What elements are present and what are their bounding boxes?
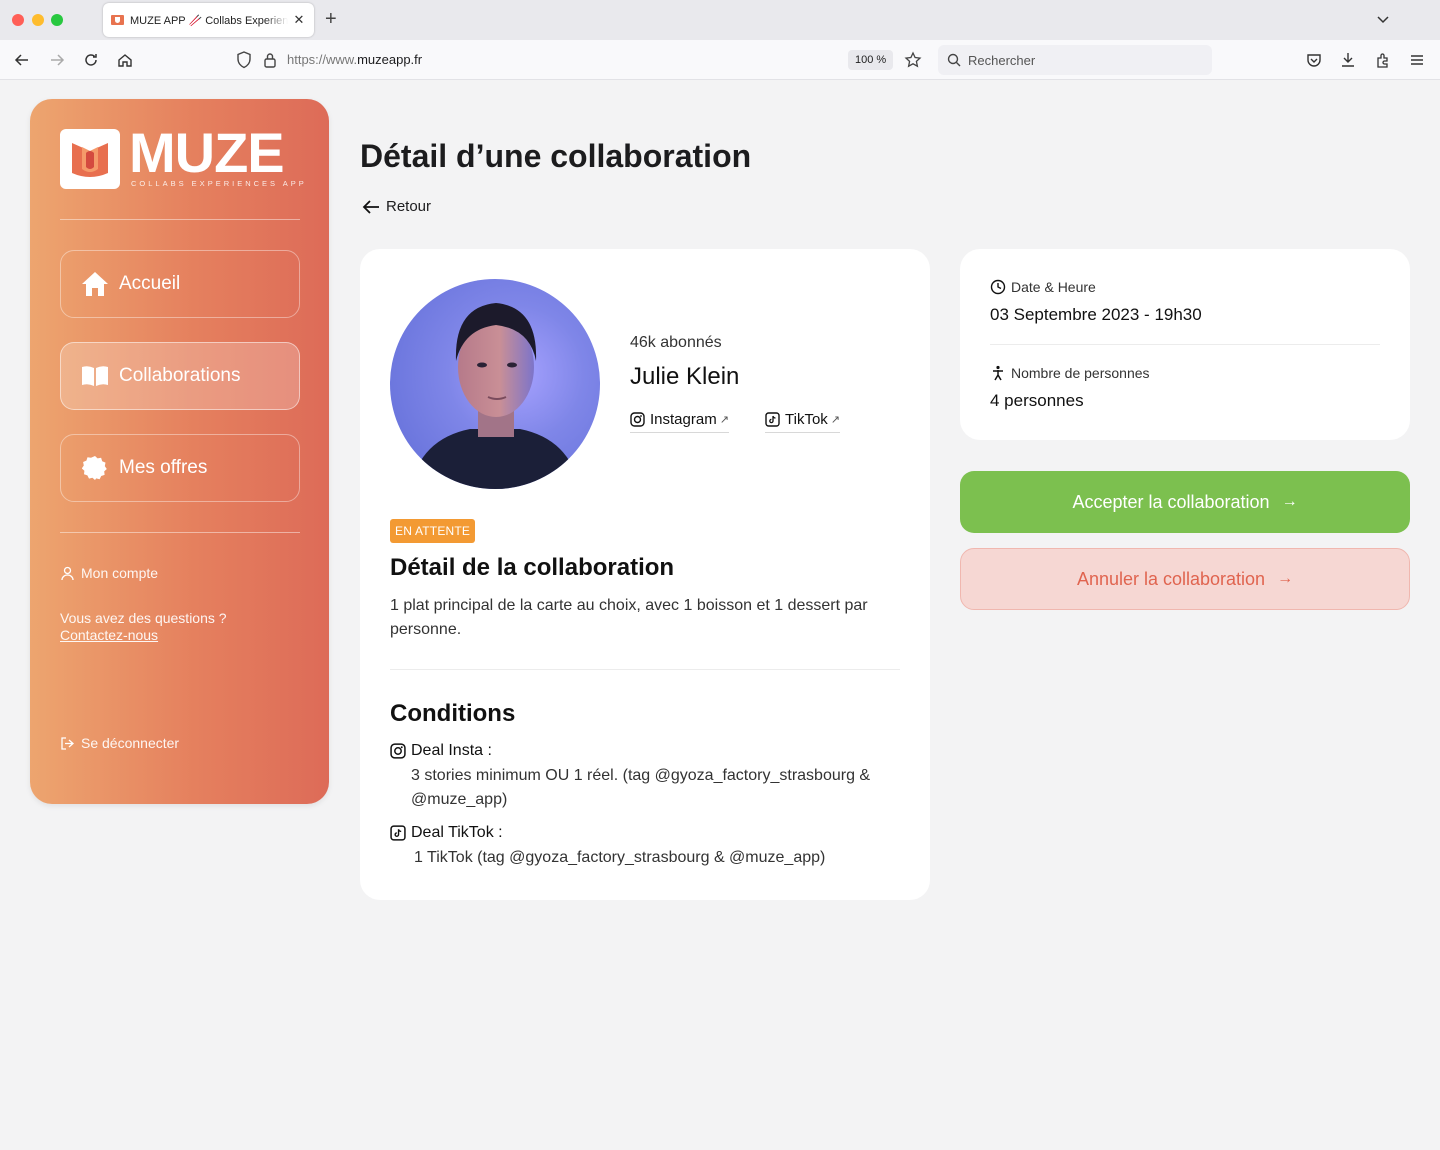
sidebar-item-mes-offres[interactable]: Mes offres (60, 434, 300, 502)
insta-deal-text: 3 stories minimum OU 1 réel. (tag @gyoza… (411, 767, 871, 808)
user-icon (61, 566, 74, 580)
card-divider (390, 669, 900, 670)
person-icon (993, 365, 1003, 381)
people-label-text: Nombre de personnes (1011, 365, 1150, 381)
arrow-right-icon: → (1277, 570, 1294, 587)
logout-link[interactable]: Se déconnecter (60, 735, 179, 751)
detail-text: 1 plat principal de la carte au choix, a… (390, 597, 868, 638)
extensions-icon[interactable] (1373, 50, 1393, 70)
back-arrow-icon[interactable] (12, 50, 32, 70)
back-link[interactable]: Retour (362, 198, 431, 215)
badge-icon (81, 454, 109, 482)
followers-count: 46k abonnés (630, 334, 722, 351)
arrow-right-icon: → (1281, 493, 1298, 510)
cancel-collaboration-button[interactable]: Annuler la collaboration → (960, 548, 1410, 610)
help-block: Vous avez des questions ? Contactez-nous (60, 610, 227, 644)
people-label: Nombre de personnes (990, 365, 1150, 381)
tiktok-link[interactable]: TikTok ↗ (765, 411, 840, 433)
info-divider (990, 344, 1380, 345)
sidebar-item-label: Accueil (119, 273, 181, 294)
sidebar: MUZE COLLABS EXPERIENCES APP Accueil Col… (30, 99, 329, 804)
back-label: Retour (386, 198, 432, 215)
book-icon (81, 362, 109, 390)
clock-icon (990, 279, 1006, 295)
downloads-icon[interactable] (1338, 50, 1358, 70)
sidebar-divider (60, 532, 300, 533)
logo-tagline: COLLABS EXPERIENCES APP (131, 179, 307, 188)
contact-link[interactable]: Contactez-nous (60, 627, 227, 644)
sidebar-item-accueil[interactable]: Accueil (60, 250, 300, 318)
detail-title: Détail de la collaboration (390, 554, 675, 581)
help-question: Vous avez des questions ? (60, 610, 227, 626)
browser-tab[interactable]: MUZE APP 🥢 Collabs Experiences ✕ (103, 3, 314, 37)
sidebar-item-label: Collaborations (119, 365, 241, 386)
bookmark-star-icon[interactable] (904, 51, 922, 74)
window-minimize-button[interactable] (32, 14, 44, 26)
tab-close-icon[interactable]: ✕ (292, 12, 306, 28)
cancel-button-label: Annuler la collaboration (1076, 568, 1266, 589)
sidebar-divider (60, 219, 300, 220)
url-bar[interactable]: https://www.muzeapp.fr 100 % (228, 45, 928, 75)
browser-toolbar: https://www.muzeapp.fr 100 % Rechercher (0, 40, 1440, 80)
collaboration-card: 46k abonnés Julie Klein Instagram ↗ TikT… (360, 249, 930, 900)
conditions-title: Conditions (390, 700, 516, 727)
tiktok-label: TikTok (785, 411, 828, 428)
logo-wordmark: MUZE (129, 121, 285, 184)
lock-icon[interactable] (263, 51, 277, 74)
mon-compte-label: Mon compte (81, 565, 159, 581)
muze-favicon-icon (111, 15, 124, 25)
search-bar[interactable]: Rechercher (938, 45, 1212, 75)
external-link-icon: ↗ (719, 414, 729, 426)
date-value: 03 Septembre 2023 - 19h30 (990, 305, 1202, 324)
instagram-label: Instagram (650, 411, 717, 428)
menu-hamburger-icon[interactable] (1407, 50, 1427, 70)
date-label-text: Date & Heure (1011, 279, 1096, 295)
window-close-button[interactable] (12, 14, 24, 26)
insta-deal-label: Deal Insta : (390, 742, 492, 760)
zoom-level-badge[interactable]: 100 % (848, 50, 894, 70)
pocket-icon[interactable] (1304, 50, 1324, 70)
influencer-name: Julie Klein (630, 363, 740, 390)
logout-icon (61, 736, 74, 750)
logout-label: Se déconnecter (81, 735, 180, 751)
tab-list-chevron-icon[interactable] (1374, 10, 1392, 28)
search-input[interactable]: Rechercher (968, 53, 1035, 68)
sidebar-item-collaborations[interactable]: Collaborations (60, 342, 300, 410)
status-badge: EN ATTENTE (390, 519, 476, 543)
tiktok-icon (765, 412, 780, 427)
reload-icon[interactable] (81, 50, 101, 70)
insta-deal-label-text: Deal Insta : (411, 742, 492, 759)
arrow-left-icon (362, 199, 379, 214)
date-label: Date & Heure (990, 279, 1096, 295)
info-card: Date & Heure 03 Septembre 2023 - 19h30 N… (960, 249, 1410, 440)
sidebar-item-label: Mes offres (119, 457, 208, 478)
url-text[interactable]: https://www.muzeapp.fr (287, 52, 422, 67)
instagram-icon (390, 743, 406, 759)
mon-compte-link[interactable]: Mon compte (60, 565, 158, 581)
tiktok-deal-label: Deal TikTok : (390, 824, 503, 842)
accept-collaboration-button[interactable]: Accepter la collaboration → (960, 471, 1410, 533)
browser-tab-bar: MUZE APP 🥢 Collabs Experiences ✕ + (0, 0, 1440, 40)
tiktok-icon (390, 825, 406, 841)
external-link-icon: ↗ (830, 414, 840, 426)
instagram-link[interactable]: Instagram ↗ (630, 411, 729, 433)
people-value: 4 personnes (990, 391, 1084, 410)
shield-icon[interactable] (236, 51, 252, 74)
tiktok-deal-label-text: Deal TikTok : (411, 824, 503, 841)
tab-title: MUZE APP 🥢 Collabs Experiences (130, 14, 288, 27)
muze-logo-icon (60, 129, 120, 189)
home-icon (81, 270, 109, 298)
window-zoom-button[interactable] (51, 14, 63, 26)
page-title: Détail d’une collaboration (360, 138, 752, 174)
search-icon (947, 53, 961, 72)
home-browser-icon[interactable] (115, 50, 135, 70)
forward-arrow-icon[interactable] (47, 50, 67, 70)
new-tab-icon[interactable]: + (325, 9, 337, 29)
avatar (390, 279, 600, 489)
accept-button-label: Accepter la collaboration (1072, 491, 1270, 512)
tiktok-deal-text: 1 TikTok (tag @gyoza_factory_strasbourg … (414, 849, 826, 866)
instagram-icon (630, 412, 645, 427)
